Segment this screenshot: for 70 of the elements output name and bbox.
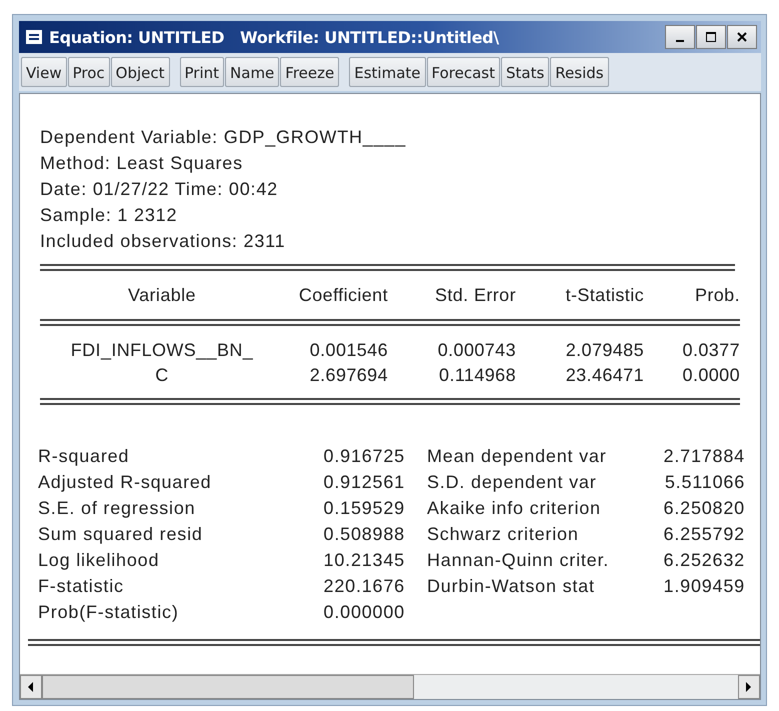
right-arrow-icon <box>746 682 752 692</box>
stat-value: 1.909459 <box>664 576 745 596</box>
column-header: t-Statistic <box>566 284 644 304</box>
stat-label: Adjusted R-squared <box>38 472 212 492</box>
stat-label: Hannan-Quinn criter. <box>427 550 610 570</box>
header-line: Method: Least Squares <box>40 152 243 175</box>
toolbar-button[interactable]: Resids <box>550 57 609 87</box>
stat-value: 220.1676 <box>324 576 405 596</box>
horizontal-scrollbar[interactable] <box>20 674 760 699</box>
column-header: Variable <box>128 284 196 304</box>
column-header: Coefficient <box>298 284 388 304</box>
stat-value: 0.916725 <box>324 446 405 466</box>
stat-label: Akaike info criterion <box>427 498 601 518</box>
header-line: Sample: 1 2312 <box>40 204 178 227</box>
table-cell: 0.0377 <box>682 340 740 360</box>
toolbar-button[interactable]: Object <box>110 57 170 87</box>
stat-value: 0.508988 <box>324 524 405 544</box>
close-button[interactable] <box>727 25 757 49</box>
header-line: Date: 01/27/22 Time: 00:42 <box>40 178 278 201</box>
toolbar-button[interactable]: Forecast <box>426 57 500 87</box>
toolbar-button[interactable]: Proc <box>68 57 110 87</box>
column-header: Std. Error <box>434 284 516 304</box>
minimize-button[interactable] <box>665 25 695 49</box>
stat-value: 0.912561 <box>324 472 405 492</box>
stat-value: 0.000000 <box>324 602 405 622</box>
stat-value: 0.159529 <box>324 498 405 518</box>
column-header: Prob. <box>694 284 740 304</box>
table-cell: C <box>155 365 169 385</box>
toolbar-button[interactable]: Name <box>225 57 280 87</box>
window-title: Equation: UNTITLED Workfile: UNTITLED::Untitled\ <box>49 28 500 46</box>
minimize-icon <box>676 40 684 42</box>
stat-label: Prob(F-statistic) <box>38 602 179 622</box>
toolbar-button[interactable]: Freeze <box>280 57 340 87</box>
table-cell: FDI_INFLOWS__BN_ <box>70 340 254 360</box>
close-icon <box>736 31 748 43</box>
stat-label: Schwarz criterion <box>427 524 579 544</box>
table-cell: 0.001546 <box>310 340 388 360</box>
toolbar-button[interactable]: View <box>21 57 67 87</box>
stat-label: Mean dependent var <box>427 446 607 466</box>
stat-label: Durbin-Watson stat <box>427 576 595 596</box>
table-cell: 2.079485 <box>566 340 644 360</box>
scroll-left-button[interactable] <box>20 675 42 699</box>
toolbar-button[interactable]: Estimate <box>349 57 426 87</box>
stat-value: 2.717884 <box>664 446 745 466</box>
stat-value: 6.255792 <box>664 524 745 544</box>
maximize-icon <box>705 31 717 43</box>
table-cell: 0.000743 <box>438 340 516 360</box>
stat-label: R-squared <box>38 446 130 466</box>
scroll-right-button[interactable] <box>738 675 760 699</box>
toolbar-button[interactable]: Stats <box>500 57 550 87</box>
stat-value: 5.511066 <box>664 472 745 492</box>
header-line: Included observations: 2311 <box>40 230 286 253</box>
maximize-button[interactable] <box>696 25 726 49</box>
stat-label: F-statistic <box>38 576 124 596</box>
window-menu-icon[interactable] <box>25 29 43 45</box>
stat-label: S.E. of regression <box>38 498 196 518</box>
table-cell: 23.46471 <box>566 365 644 385</box>
stat-label: Sum squared resid <box>38 524 203 544</box>
table-cell: 0.0000 <box>682 365 740 385</box>
stat-label: S.D. dependent var <box>427 472 597 492</box>
header-line: Dependent Variable: GDP_GROWTH____ <box>40 126 406 149</box>
stat-value: 6.252632 <box>664 550 745 570</box>
stat-value: 10.21345 <box>324 550 405 570</box>
table-cell: 0.114968 <box>439 365 516 385</box>
stat-value: 6.250820 <box>664 498 745 518</box>
table-cell: 2.697694 <box>310 365 388 385</box>
scrollbar-thumb[interactable] <box>42 675 414 699</box>
toolbar-button[interactable]: Print <box>180 57 224 87</box>
stat-label: Log likelihood <box>38 550 160 570</box>
left-arrow-icon <box>28 682 34 692</box>
